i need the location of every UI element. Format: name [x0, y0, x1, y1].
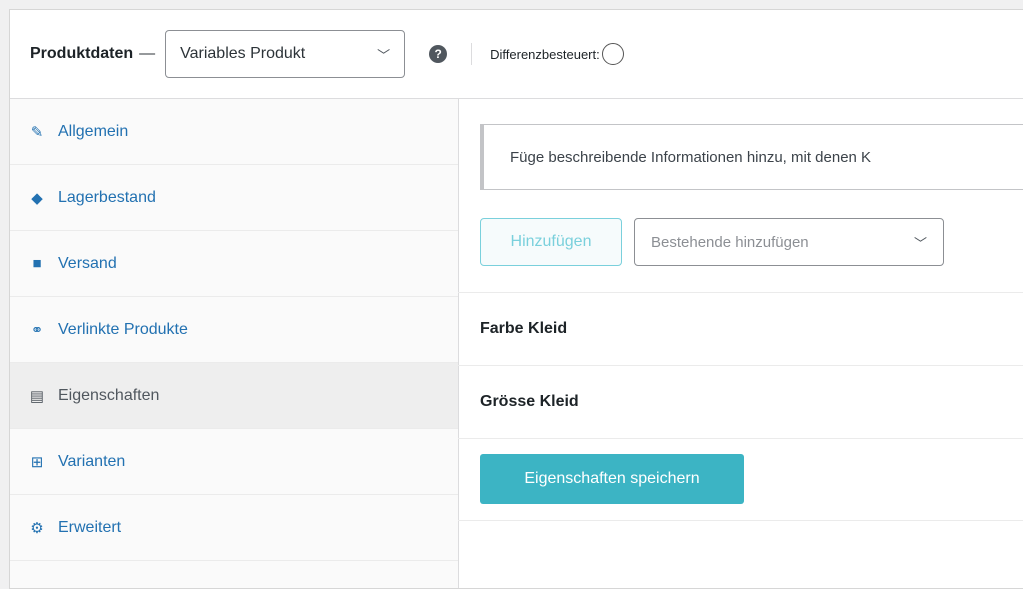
tag-icon: ◆ [31, 189, 43, 207]
tab-label: Erweitert [58, 518, 122, 536]
taxed-label: Differenzbesteuert: [490, 46, 600, 62]
tab-label: Varianten [58, 452, 126, 470]
tab-allgemein[interactable]: ✎ Allgemein [10, 99, 458, 165]
attribute-row[interactable]: Farbe Kleid [458, 292, 1023, 364]
list-icon: ▤ [29, 387, 45, 405]
product-data-panel: Produktdaten — Variables Produkt ﹀ ? Dif… [9, 9, 1023, 589]
tab-label: Lagerbestand [58, 188, 156, 206]
help-icon[interactable]: ? [429, 45, 448, 63]
title-dash: — [139, 45, 156, 62]
product-data-tabs: ✎ Allgemein ◆ Lagerbestand ■ Versand ⚭ V… [10, 99, 459, 588]
grid-icon: ⊞ [30, 453, 44, 471]
product-type-value: Variables Produkt [180, 45, 306, 62]
add-attribute-button[interactable]: Hinzufügen [480, 218, 622, 266]
wrench-icon: ✎ [30, 123, 44, 141]
attributes-content: Füge beschreibende Informationen hinzu, … [458, 99, 1023, 588]
tab-eigenschaften[interactable]: ▤ Eigenschaften [10, 363, 458, 429]
attribute-row[interactable]: Grösse Kleid [458, 365, 1023, 437]
attribute-name: Farbe Kleid [480, 319, 568, 337]
existing-attributes-select[interactable]: Bestehende hinzufügen ﹀ [634, 218, 944, 266]
save-attributes-button[interactable]: Eigenschaften speichern [480, 454, 744, 504]
truck-icon: ■ [32, 255, 42, 272]
content-divider [458, 520, 1023, 521]
product-type-select[interactable]: Variables Produkt ﹀ [165, 30, 406, 78]
tab-label: Eigenschaften [58, 386, 160, 404]
tab-label: Verlinkte Produkte [58, 320, 188, 338]
tab-lagerbestand[interactable]: ◆ Lagerbestand [10, 165, 458, 231]
tab-verlinkte-produkte[interactable]: ⚭ Verlinkte Produkte [10, 297, 458, 363]
info-notice: Füge beschreibende Informationen hinzu, … [480, 124, 1023, 190]
attribute-name: Grösse Kleid [480, 392, 579, 410]
chevron-down-icon: ﹀ [913, 235, 927, 251]
chevron-down-icon: ﹀ [377, 47, 391, 63]
taxed-checkbox[interactable] [601, 43, 624, 65]
tab-label: Versand [58, 254, 117, 272]
existing-attributes-placeholder: Bestehende hinzufügen [651, 233, 809, 251]
tab-erweitert[interactable]: ⚙ Erweitert [10, 495, 458, 561]
header-divider [471, 43, 473, 65]
tab-label: Allgemein [58, 122, 129, 140]
gear-icon: ⚙ [30, 519, 44, 537]
tab-versand[interactable]: ■ Versand [10, 231, 458, 297]
product-data-header: Produktdaten — Variables Produkt ﹀ ? Dif… [10, 10, 1023, 99]
product-data-title: Produktdaten [30, 45, 134, 62]
tab-varianten[interactable]: ⊞ Varianten [10, 429, 458, 495]
row-divider [458, 438, 1023, 439]
link-icon: ⚭ [30, 321, 44, 339]
